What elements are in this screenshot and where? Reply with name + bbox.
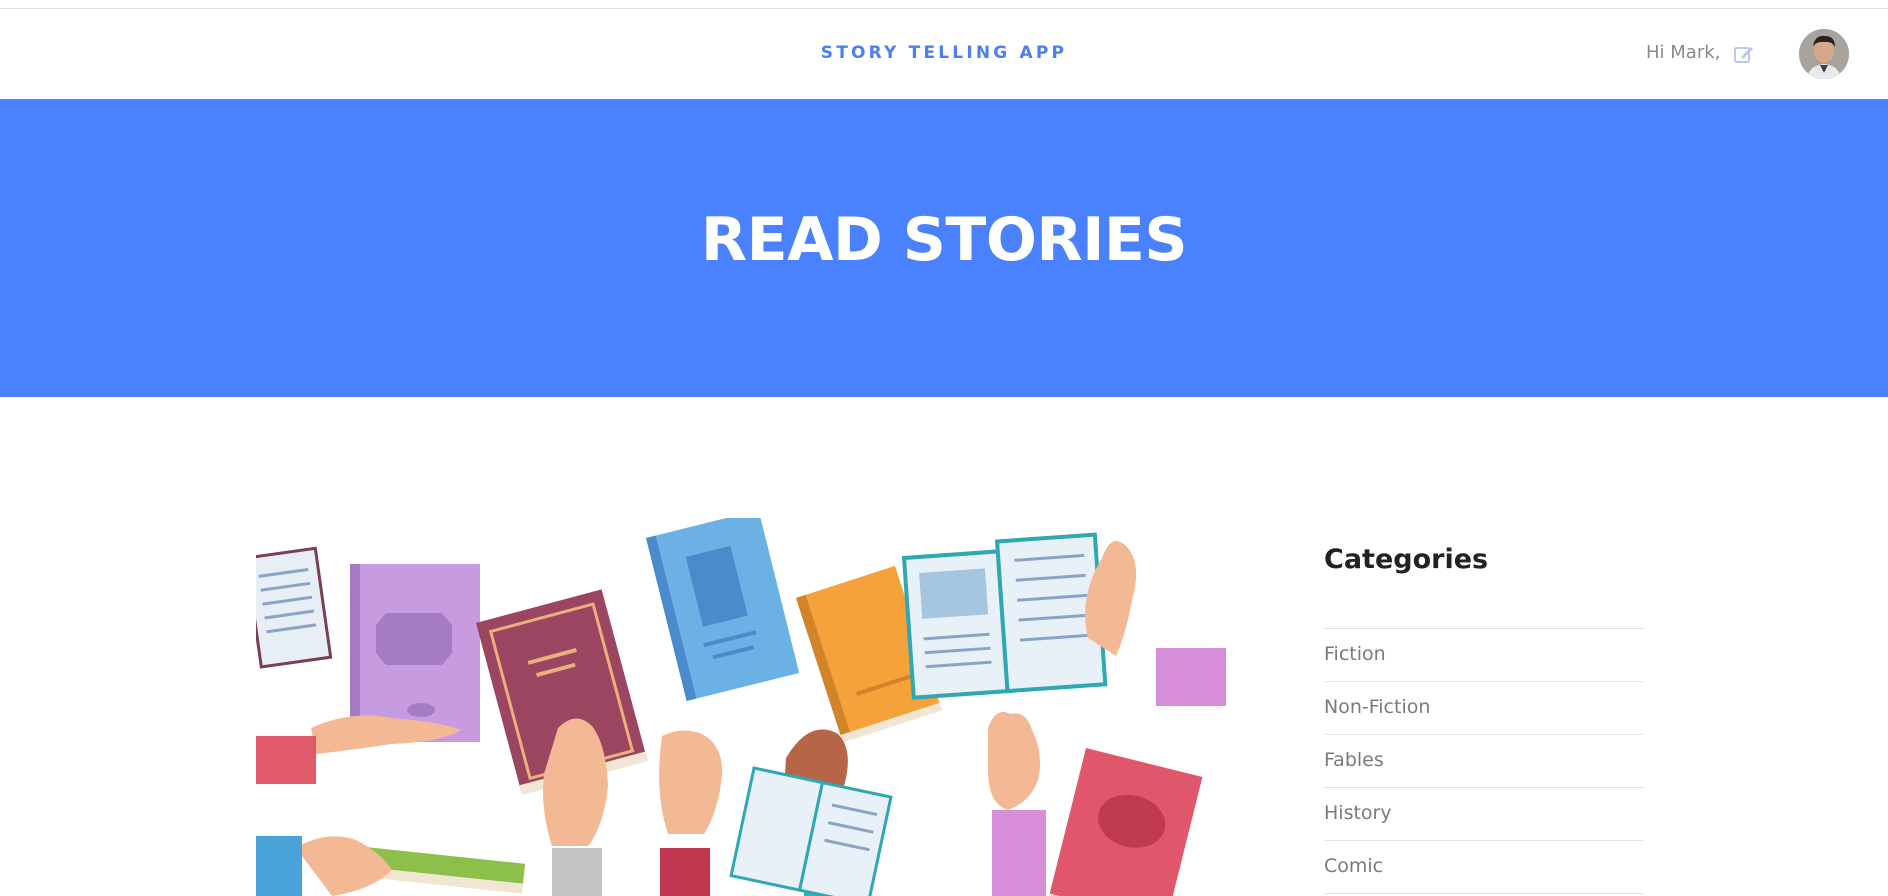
category-non-fiction[interactable]: Non-Fiction bbox=[1324, 682, 1644, 735]
navbar: STORY TELLING APP Hi Mark, bbox=[0, 9, 1888, 99]
user-avatar[interactable] bbox=[1799, 29, 1849, 79]
category-fiction[interactable]: Fiction bbox=[1324, 629, 1644, 682]
categories-sidebar: Categories Fiction Non-Fiction Fables Hi… bbox=[1324, 540, 1644, 894]
app-title[interactable]: STORY TELLING APP bbox=[0, 43, 1888, 63]
user-greeting: Hi Mark, bbox=[1646, 42, 1721, 63]
edit-icon[interactable] bbox=[1733, 43, 1755, 65]
category-comic[interactable]: Comic bbox=[1324, 841, 1644, 894]
categories-list: Fiction Non-Fiction Fables History Comic bbox=[1324, 628, 1644, 894]
hero-banner: READ STORIES bbox=[0, 99, 1888, 397]
books-illustration bbox=[256, 518, 1226, 896]
category-fables[interactable]: Fables bbox=[1324, 735, 1644, 788]
top-border bbox=[0, 0, 1888, 9]
categories-heading: Categories bbox=[1324, 544, 1489, 575]
category-history[interactable]: History bbox=[1324, 788, 1644, 841]
hero-title: READ STORIES bbox=[700, 205, 1188, 275]
